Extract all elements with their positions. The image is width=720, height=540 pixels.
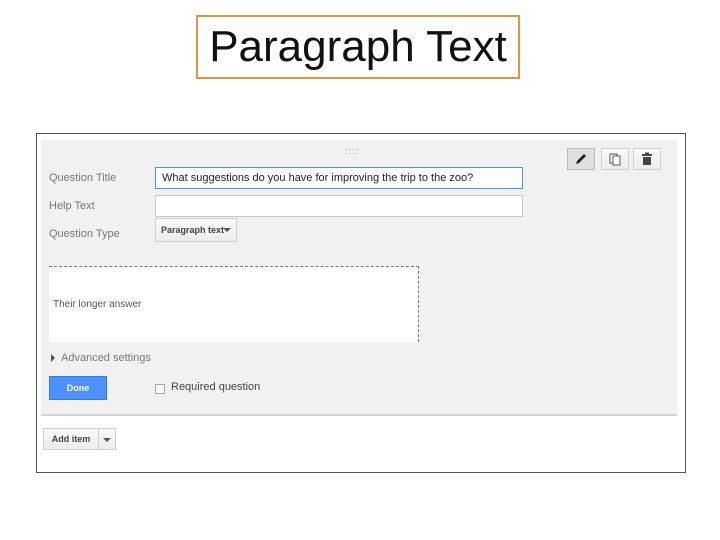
question-title-label: Question Title [49, 172, 117, 184]
required-question-checkbox[interactable] [155, 384, 165, 394]
expand-triangle-icon [51, 354, 55, 363]
question-type-dropdown[interactable]: Paragraph text [155, 218, 237, 242]
trash-icon [642, 152, 652, 165]
pencil-icon [576, 154, 586, 164]
question-type-value: Paragraph text [161, 225, 225, 235]
add-item-button[interactable]: Add item [43, 428, 99, 450]
required-question-label[interactable]: Required question [171, 381, 260, 393]
form-editor-frame: :::: Question Title Help Text Question T… [36, 133, 686, 473]
advanced-settings-toggle[interactable]: Advanced settings [51, 352, 151, 364]
edit-button[interactable] [567, 148, 595, 170]
help-text-label: Help Text [49, 200, 95, 212]
answer-preview: Their longer answer [49, 266, 419, 342]
slide-title: Paragraph Text [196, 15, 520, 79]
done-button[interactable]: Done [49, 376, 107, 400]
advanced-settings-label: Advanced settings [61, 352, 151, 364]
question-title-input[interactable] [155, 167, 523, 189]
add-item-dropdown-button[interactable] [98, 428, 116, 450]
help-text-input[interactable] [155, 195, 523, 217]
chevron-down-icon [103, 438, 111, 442]
drag-handle[interactable]: :::: [345, 147, 359, 156]
chevron-down-icon [223, 228, 231, 232]
duplicate-button[interactable] [601, 148, 629, 170]
question-editor-card: :::: Question Title Help Text Question T… [41, 140, 677, 416]
question-type-label: Question Type [49, 228, 120, 240]
answer-preview-placeholder: Their longer answer [53, 299, 142, 310]
copy-icon [609, 153, 621, 166]
delete-button[interactable] [633, 148, 661, 170]
